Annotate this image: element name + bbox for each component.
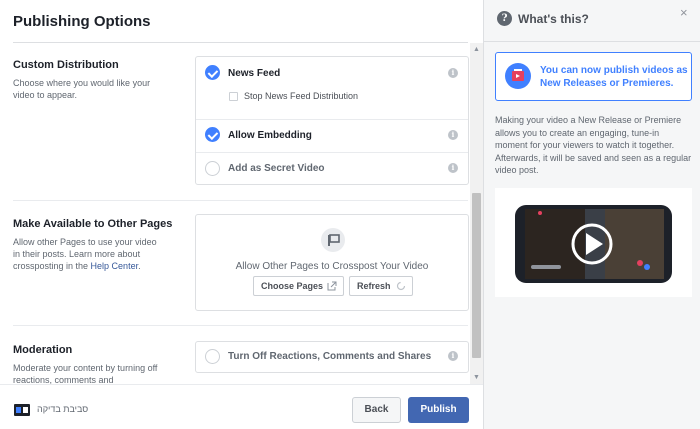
crosspost-box: Allow Other Pages to Crosspost Your Vide… — [195, 214, 469, 311]
allow-embedding-label: Allow Embedding — [228, 130, 312, 141]
other-pages-title: Make Available to Other Pages — [13, 218, 173, 230]
stop-news-feed-label: Stop News Feed Distribution — [244, 91, 359, 101]
refresh-label: Refresh — [357, 281, 391, 291]
brand-text: סביבת בדיקה — [37, 404, 89, 414]
close-icon[interactable]: × — [680, 5, 688, 20]
crosspost-icon — [321, 228, 345, 252]
check-icon[interactable] — [205, 65, 220, 80]
phone-illustration — [515, 205, 672, 283]
scrollbar[interactable]: ▲ ▼ — [470, 43, 483, 384]
publish-button[interactable]: Publish — [408, 397, 469, 423]
crosspost-text: Allow Other Pages to Crosspost Your Vide… — [235, 261, 429, 272]
video-preview — [495, 188, 692, 297]
info-icon[interactable]: i — [448, 130, 458, 140]
moderation-title: Moderation — [13, 344, 73, 356]
check-icon[interactable] — [205, 127, 220, 142]
help-icon: ? — [497, 11, 512, 26]
brand-logo — [14, 403, 30, 416]
moderation-description: Moderate your content by turning off rea… — [13, 363, 158, 384]
external-link-icon — [327, 281, 337, 291]
scroll-up-icon[interactable]: ▲ — [470, 43, 483, 56]
back-button[interactable]: Back — [352, 397, 401, 423]
footer-divider — [0, 384, 483, 385]
help-panel-divider — [484, 41, 700, 42]
premiere-icon — [505, 63, 531, 89]
info-icon[interactable]: i — [448, 351, 458, 361]
info-icon[interactable]: i — [448, 163, 458, 173]
scrollbar-thumb[interactable] — [472, 193, 481, 358]
refresh-icon — [396, 281, 406, 291]
distribution-options-box: News Feed i Stop News Feed Distribution … — [195, 56, 469, 185]
help-panel-title: What's this? — [518, 12, 589, 26]
allow-embedding-option[interactable]: Allow Embedding i — [196, 120, 468, 152]
news-feed-label: News Feed — [228, 68, 281, 79]
help-center-link[interactable]: Help Center — [91, 261, 139, 271]
custom-distribution-description: Choose where you would like your video t… — [13, 78, 151, 100]
help-panel: ? What's this? × You can now publish vid… — [483, 0, 700, 429]
section-divider — [13, 200, 468, 201]
turn-off-label: Turn Off Reactions, Comments and Shares — [228, 351, 432, 362]
news-feed-option[interactable]: News Feed i Stop News Feed Distribution — [196, 57, 468, 119]
choose-pages-button[interactable]: Choose Pages — [253, 276, 344, 296]
premiere-promo[interactable]: You can now publish videos as New Releas… — [495, 52, 692, 101]
moderation-box: Turn Off Reactions, Comments and Shares … — [195, 341, 469, 373]
choose-pages-label: Choose Pages — [261, 281, 324, 291]
turn-off-option[interactable]: Turn Off Reactions, Comments and Shares … — [196, 342, 468, 372]
custom-distribution-title: Custom Distribution — [13, 59, 119, 71]
publishing-options-panel: Publishing Options Custom Distribution C… — [0, 0, 483, 429]
stop-news-feed-checkbox[interactable] — [229, 92, 238, 101]
info-icon[interactable]: i — [448, 68, 458, 78]
secret-video-option[interactable]: Add as Secret Video i — [196, 153, 468, 185]
radio-icon[interactable] — [205, 161, 220, 176]
secret-video-label: Add as Secret Video — [228, 163, 325, 174]
other-pages-description: Allow other Pages to use your video in t… — [13, 237, 157, 271]
dialog-title: Publishing Options — [13, 13, 151, 30]
scroll-down-icon[interactable]: ▼ — [470, 371, 483, 384]
radio-icon[interactable] — [205, 349, 220, 364]
refresh-button[interactable]: Refresh — [349, 276, 413, 296]
help-body-text: Making your video a New Release or Premi… — [495, 115, 692, 175]
promo-text: You can now publish videos as New Releas… — [540, 65, 688, 89]
section-divider — [13, 325, 468, 326]
options-scroll-area[interactable]: Custom Distribution Choose where you wou… — [0, 43, 470, 384]
